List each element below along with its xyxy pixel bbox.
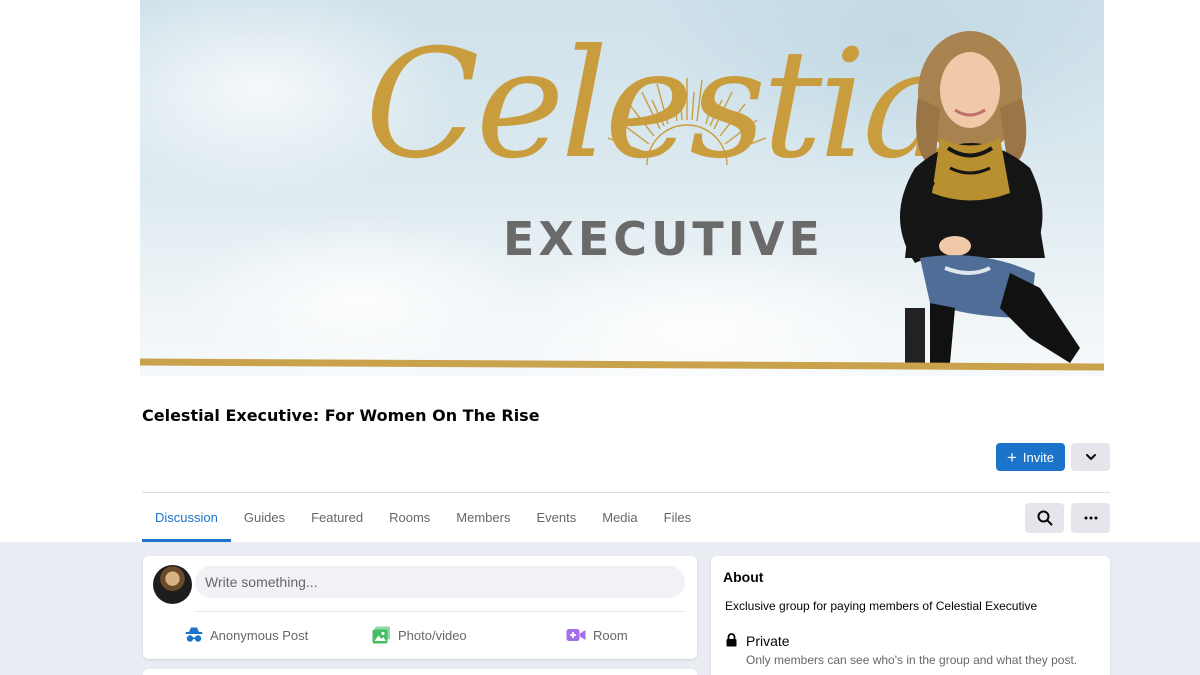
search-button[interactable] <box>1025 503 1064 533</box>
tab-members[interactable]: Members <box>443 493 523 542</box>
room-label: Room <box>593 627 628 643</box>
incognito-icon <box>185 627 203 642</box>
tab-featured[interactable]: Featured <box>298 493 376 542</box>
plus-icon: + <box>1006 447 1017 467</box>
feed-card <box>143 669 697 675</box>
composer-divider <box>195 611 685 612</box>
tab-discussion[interactable]: Discussion <box>142 493 231 542</box>
privacy-description: Only members can see who's in the group … <box>746 653 1078 667</box>
about-title: About <box>723 569 764 585</box>
cover-photo: Celestial EXECUTIVE <box>140 0 1104 376</box>
photo-icon <box>372 626 390 644</box>
invite-button[interactable]: + Invite <box>996 443 1065 471</box>
more-button[interactable] <box>1071 503 1110 533</box>
privacy-label: Private <box>746 633 790 649</box>
write-something-input[interactable]: Write something... <box>195 566 685 598</box>
group-title: Celestial Executive: For Women On The Ri… <box>142 406 540 425</box>
brand-wordmark: EXECUTIVE <box>503 212 824 266</box>
tab-events[interactable]: Events <box>523 493 589 542</box>
founder-photo <box>900 31 1080 363</box>
chevron-down-icon <box>1085 454 1096 461</box>
more-options-dropdown-button[interactable] <box>1071 443 1110 471</box>
photo-video-label: Photo/video <box>398 627 467 643</box>
video-camera-plus-icon <box>566 629 586 641</box>
tab-media[interactable]: Media <box>589 493 650 542</box>
about-card: About Exclusive group for paying members… <box>711 556 1110 675</box>
anonymous-post-label: Anonymous Post <box>210 627 309 643</box>
ellipsis-icon <box>1084 516 1097 520</box>
tab-guides[interactable]: Guides <box>231 493 298 542</box>
room-button[interactable]: Room <box>566 624 628 646</box>
invite-button-label: Invite <box>1022 449 1054 465</box>
post-composer: Write something... Anonymous Post Photo/… <box>143 556 697 659</box>
tab-rooms[interactable]: Rooms <box>376 493 443 542</box>
about-description: Exclusive group for paying members of Ce… <box>725 599 1038 613</box>
search-icon <box>1037 510 1052 526</box>
anonymous-post-button[interactable]: Anonymous Post <box>185 624 308 646</box>
tab-files[interactable]: Files <box>651 493 704 542</box>
photo-video-button[interactable]: Photo/video <box>372 624 467 646</box>
lock-icon <box>726 633 737 647</box>
group-tabs: Discussion Guides Featured Rooms Members… <box>142 493 704 542</box>
avatar[interactable] <box>153 565 192 604</box>
